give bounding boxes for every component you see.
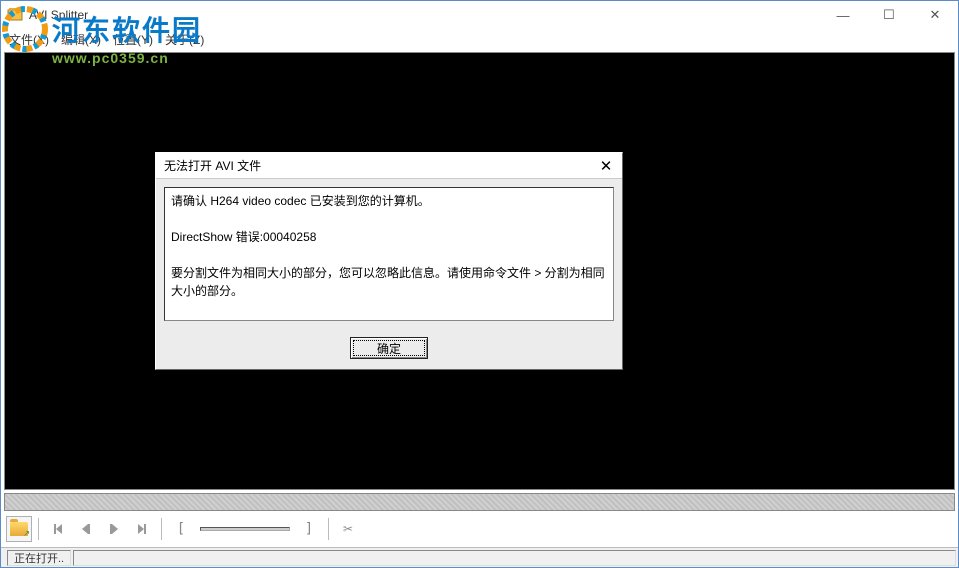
- ok-button[interactable]: 确定: [350, 337, 428, 359]
- dialog-button-row: 确定: [156, 329, 622, 369]
- toolbar: [ ]: [4, 514, 955, 544]
- toolbar-separator: [328, 518, 329, 540]
- dialog-body: 请确认 H264 video codec 已安装到您的计算机。 DirectSh…: [156, 179, 622, 329]
- triangle-left-icon: [56, 524, 62, 534]
- status-spacer: [73, 550, 956, 566]
- step-back-button[interactable]: [73, 516, 99, 542]
- dialog-titlebar[interactable]: 无法打开 AVI 文件 ✕: [156, 153, 622, 179]
- toolbar-separator: [161, 518, 162, 540]
- error-dialog: 无法打开 AVI 文件 ✕ 请确认 H264 video codec 已安装到您…: [155, 152, 623, 370]
- dialog-line3: 要分割文件为相同大小的部分，您可以忽略此信息。请使用命令文件 > 分割为相同大小…: [171, 266, 605, 298]
- scissors-icon: [343, 522, 353, 536]
- watermark: 河东软件园 www.pc0359.cn: [2, 6, 202, 66]
- last-frame-button[interactable]: [129, 516, 155, 542]
- bar-icon: [88, 524, 90, 534]
- range-slider[interactable]: [200, 527, 290, 531]
- dialog-message-textbox[interactable]: 请确认 H264 video codec 已安装到您的计算机。 DirectSh…: [164, 187, 614, 321]
- toolbar-separator: [38, 518, 39, 540]
- dialog-line1: 请确认 H264 video codec 已安装到您的计算机。: [171, 194, 430, 208]
- step-forward-button[interactable]: [101, 516, 127, 542]
- maximize-button[interactable]: ☐: [866, 1, 912, 29]
- watermark-logo-icon: [2, 6, 48, 52]
- statusbar: 正在打开..: [1, 547, 958, 567]
- minimize-button[interactable]: —: [820, 1, 866, 29]
- triangle-right-icon: [112, 524, 118, 534]
- mark-out-button[interactable]: ]: [296, 516, 322, 542]
- folder-icon: [10, 522, 28, 536]
- mark-in-button[interactable]: [: [168, 516, 194, 542]
- dialog-close-button[interactable]: ✕: [590, 153, 622, 178]
- watermark-text: 河东软件园: [52, 9, 202, 49]
- first-frame-button[interactable]: [45, 516, 71, 542]
- open-file-button[interactable]: [6, 516, 32, 542]
- watermark-url: www.pc0359.cn: [2, 50, 202, 66]
- bracket-left-icon: [: [177, 521, 185, 537]
- cut-button[interactable]: [335, 516, 361, 542]
- bar-icon: [144, 524, 146, 534]
- bracket-right-icon: ]: [305, 521, 313, 537]
- status-text: 正在打开..: [7, 550, 71, 566]
- timeline-track[interactable]: [4, 493, 955, 511]
- dialog-title: 无法打开 AVI 文件: [164, 157, 590, 174]
- close-button[interactable]: ✕: [912, 1, 958, 29]
- dialog-line2: DirectShow 错误:00040258: [171, 230, 316, 244]
- window-controls: — ☐ ✕: [820, 1, 958, 29]
